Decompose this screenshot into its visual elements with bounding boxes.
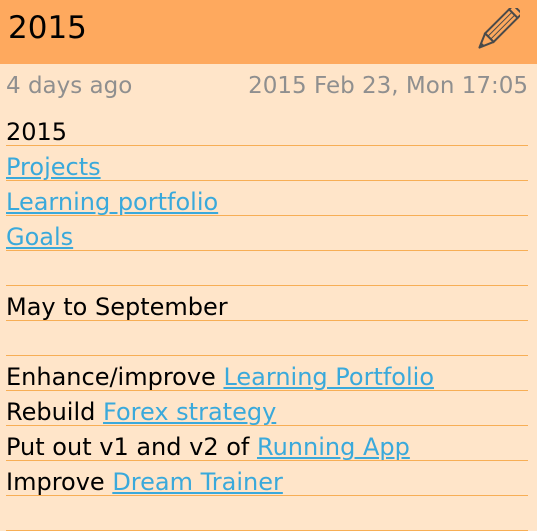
note-line: Improve Dream Trainer: [0, 461, 537, 496]
note-text: Enhance/improve: [6, 363, 224, 391]
note-line: Projects: [0, 146, 537, 181]
note-line: May to September: [0, 286, 537, 321]
note-link[interactable]: Dream Trainer: [112, 468, 283, 496]
note-line: Enhance/improve Learning Portfolio: [0, 356, 537, 391]
note-title: 2015: [8, 10, 87, 46]
app-header: 2015: [0, 0, 537, 64]
note-text: Rebuild: [6, 398, 104, 426]
note-text: 2015: [6, 118, 68, 146]
note-line: Rebuild Forex strategy: [0, 391, 537, 426]
note-line: Put out v1 and v2 of Running App: [0, 426, 537, 461]
note-text: Improve: [6, 468, 113, 496]
note-link[interactable]: Projects: [6, 153, 101, 181]
note-line: 2015: [0, 111, 537, 146]
note-link[interactable]: Forex strategy: [103, 398, 276, 426]
note-link[interactable]: Learning Portfolio: [223, 363, 434, 391]
note-line: [0, 321, 537, 356]
relative-time: 4 days ago: [6, 73, 133, 99]
note-text: Put out v1 and v2 of: [6, 433, 257, 461]
note-line: Goals: [0, 216, 537, 251]
note-meta: 4 days ago 2015 Feb 23, Mon 17:05: [0, 64, 537, 108]
note-link[interactable]: Learning portfolio: [6, 188, 218, 216]
note-line: [0, 251, 537, 286]
note-line: Learning portfolio: [0, 181, 537, 216]
timestamp: 2015 Feb 23, Mon 17:05: [248, 73, 528, 99]
pencil-icon: [478, 3, 524, 49]
note-body: 2015 Projects Learning portfolio Goals May t…: [0, 111, 537, 531]
note-link[interactable]: Goals: [6, 223, 73, 251]
edit-button[interactable]: [470, 3, 524, 56]
note-text: May to September: [6, 293, 228, 321]
note-link[interactable]: Running App: [257, 433, 410, 461]
